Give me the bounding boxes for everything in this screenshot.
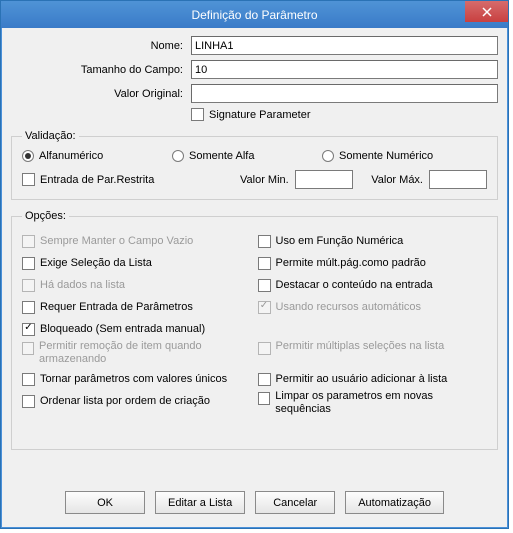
user-add-to-list-checkbox[interactable]: Permitir ao usuário adicionar à lista [258, 368, 488, 390]
radio-alphanumeric[interactable]: Alfanumérico [22, 150, 172, 162]
locked-checkbox[interactable]: Bloqueado (Sem entrada manual) [22, 318, 252, 340]
max-value-label: Valor Máx. [371, 174, 423, 186]
field-size-label: Tamanho do Campo: [11, 64, 191, 76]
name-input[interactable] [191, 36, 498, 55]
field-size-input[interactable] [191, 60, 498, 79]
signature-parameter-label: Signature Parameter [209, 109, 311, 121]
original-value-label: Valor Original: [11, 88, 191, 100]
order-by-creation-checkbox[interactable]: Ordenar lista por ordem de criação [22, 390, 252, 412]
multi-select-label: Permitir múltiplas seleções na lista [276, 340, 445, 352]
order-by-creation-label: Ordenar lista por ordem de criação [40, 395, 210, 407]
validation-group: Validação: Alfanumérico Somente Alfa Som… [11, 130, 498, 200]
user-add-to-list-label: Permitir ao usuário adicionar à lista [276, 373, 448, 385]
auto-resources-checkbox: Usando recursos automáticos [258, 296, 488, 318]
unique-params-checkbox[interactable]: Tornar parâmetros com valores únicos [22, 368, 252, 390]
clear-new-seq-label: Limpar os parametros em novas sequências [275, 390, 487, 415]
cancel-button[interactable]: Cancelar [255, 491, 335, 514]
automation-button[interactable]: Automatização [345, 491, 444, 514]
restricted-entry-label: Entrada de Par.Restrita [40, 174, 154, 186]
multi-page-default-checkbox[interactable]: Permite múlt.pág.como padrão [258, 252, 488, 274]
has-list-data-checkbox: Há dados na lista [22, 274, 252, 296]
numeric-function-label: Uso em Função Numérica [276, 235, 404, 247]
radio-alphanumeric-label: Alfanumérico [39, 150, 103, 162]
require-param-entry-label: Requer Entrada de Parâmetros [40, 301, 193, 313]
multi-select-checkbox: Permitir múltiplas seleções na lista [258, 340, 488, 368]
edit-list-button[interactable]: Editar a Lista [155, 491, 245, 514]
restricted-entry-checkbox[interactable]: Entrada de Par.Restrita [22, 173, 240, 186]
ok-button[interactable]: OK [65, 491, 145, 514]
min-value-input[interactable] [295, 170, 353, 189]
min-value-label: Valor Min. [240, 174, 289, 186]
max-value-input[interactable] [429, 170, 487, 189]
has-list-data-label: Há dados na lista [40, 279, 125, 291]
highlight-on-entry-checkbox[interactable]: Destacar o conteúdo na entrada [258, 274, 488, 296]
radio-alpha-only[interactable]: Somente Alfa [172, 150, 322, 162]
close-icon [482, 7, 492, 17]
options-group: Opções: Sempre Manter o Campo Vazio Exig… [11, 210, 498, 450]
radio-numeric-only-label: Somente Numérico [339, 150, 433, 162]
options-legend: Opções: [22, 210, 69, 222]
radio-alpha-only-label: Somente Alfa [189, 150, 254, 162]
original-value-input[interactable] [191, 84, 498, 103]
require-list-selection-checkbox[interactable]: Exige Seleção da Lista [22, 252, 252, 274]
multi-page-default-label: Permite múlt.pág.como padrão [276, 257, 426, 269]
allow-remove-on-store-label: Permitir remoção de item quando armazena… [39, 340, 251, 365]
always-blank-checkbox: Sempre Manter o Campo Vazio [22, 230, 252, 252]
unique-params-label: Tornar parâmetros com valores únicos [40, 373, 227, 385]
signature-parameter-checkbox[interactable]: Signature Parameter [191, 108, 311, 121]
clear-new-seq-checkbox[interactable]: Limpar os parametros em novas sequências [258, 390, 488, 418]
name-label: Nome: [11, 40, 191, 52]
locked-label: Bloqueado (Sem entrada manual) [40, 323, 205, 335]
validation-legend: Validação: [22, 130, 79, 142]
close-button[interactable] [465, 1, 508, 22]
numeric-function-checkbox[interactable]: Uso em Função Numérica [258, 230, 488, 252]
titlebar: Definição do Parâmetro [1, 1, 508, 28]
always-blank-label: Sempre Manter o Campo Vazio [40, 235, 193, 247]
require-param-entry-checkbox[interactable]: Requer Entrada de Parâmetros [22, 296, 252, 318]
window-title: Definição do Parâmetro [191, 8, 317, 22]
auto-resources-label: Usando recursos automáticos [276, 301, 422, 313]
radio-numeric-only[interactable]: Somente Numérico [322, 150, 433, 162]
highlight-on-entry-label: Destacar o conteúdo na entrada [276, 279, 433, 291]
require-list-selection-label: Exige Seleção da Lista [40, 257, 152, 269]
allow-remove-on-store-checkbox: Permitir remoção de item quando armazena… [22, 340, 252, 368]
